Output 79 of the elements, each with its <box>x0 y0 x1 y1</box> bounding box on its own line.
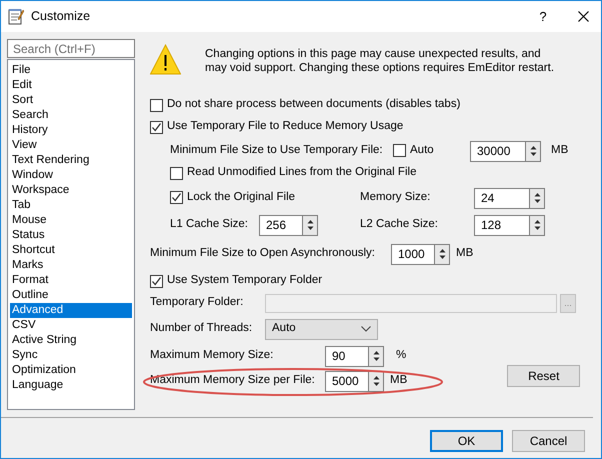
warning-icon <box>150 44 181 75</box>
spin-arrows-icon <box>372 375 380 387</box>
number-field[interactable]: 256 <box>259 214 302 236</box>
number-field[interactable]: 30000 <box>470 140 525 162</box>
list-item[interactable]: Sync <box>10 348 132 363</box>
list-item[interactable]: Outline <box>10 288 132 303</box>
list-item[interactable]: Sort <box>10 93 132 108</box>
field-label: Temporary Folder: <box>150 296 244 310</box>
list-item[interactable]: Text Rendering <box>10 153 132 168</box>
spin-arrows-icon <box>372 350 380 362</box>
checkbox-label: Use System Temporary Folder <box>167 274 322 288</box>
checkbox[interactable] <box>170 191 183 204</box>
field-label: Minimum File Size to Open Asynchronously: <box>150 247 376 261</box>
field-label: Maximum Memory Size: <box>150 349 274 363</box>
number-field[interactable]: 90 <box>325 346 368 366</box>
spin-button[interactable] <box>434 244 450 264</box>
field-label: Memory Size: <box>360 191 432 205</box>
spin-button[interactable] <box>368 370 384 392</box>
window-title: Customize <box>31 9 90 24</box>
spin-arrows-icon <box>306 219 314 231</box>
list-item[interactable]: Advanced <box>10 303 132 318</box>
list-item[interactable]: File <box>10 63 132 78</box>
unit-label: MB <box>456 247 474 261</box>
list-item[interactable]: Workspace <box>10 183 132 198</box>
spin-button[interactable] <box>302 214 318 236</box>
spin-button[interactable] <box>368 346 384 366</box>
spin-button[interactable] <box>529 188 545 208</box>
warning-text: Changing options in this page may cause unexpected results, and may void support. Changing these options requires EmEditor restart. <box>205 47 555 76</box>
checkbox[interactable] <box>170 166 183 180</box>
unit-label: % <box>396 349 406 363</box>
list-item[interactable]: View <box>10 138 132 153</box>
list-item[interactable]: Language <box>10 378 132 393</box>
notepad-icon <box>8 8 24 25</box>
list-item[interactable]: Search <box>10 108 132 123</box>
dialog-button[interactable]: Cancel <box>512 430 585 452</box>
list-item[interactable]: Format <box>10 273 132 288</box>
checkbox-label: Auto <box>410 144 434 158</box>
list-item[interactable]: Marks <box>10 258 132 273</box>
checkbox[interactable] <box>393 144 406 158</box>
list-item[interactable]: Mouse <box>10 213 132 228</box>
field-label: Minimum File Size to Use Temporary File: <box>170 144 384 158</box>
number-field[interactable]: 128 <box>474 214 529 236</box>
list-item[interactable]: Tab <box>10 198 132 213</box>
reset-button[interactable]: Reset <box>507 365 580 387</box>
field-label: Number of Threads: <box>150 322 254 336</box>
spin-arrows-icon <box>438 248 446 260</box>
checkbox[interactable] <box>150 98 163 112</box>
checkbox-label: Read Unmodified Lines from the Original File <box>187 166 416 180</box>
checkbox[interactable] <box>150 274 163 288</box>
checkbox[interactable] <box>150 120 163 134</box>
checkbox-label: Use Temporary File to Reduce Memory Usage <box>167 120 404 134</box>
checkbox-label: Lock the Original File <box>187 191 296 205</box>
spin-button[interactable] <box>525 140 541 162</box>
unit-label: MB <box>390 374 408 388</box>
list-item[interactable]: History <box>10 123 132 138</box>
dialog-button[interactable]: OK <box>430 430 503 452</box>
list-item[interactable]: Optimization <box>10 363 132 378</box>
checkbox-label: Do not share process between documents (disables tabs) <box>167 98 460 112</box>
field-label: L2 Cache Size: <box>360 218 439 232</box>
list-item[interactable]: Edit <box>10 78 132 93</box>
list-item[interactable]: Status <box>10 228 132 243</box>
number-field[interactable]: 1000 <box>391 244 434 264</box>
spin-arrows-icon <box>534 219 540 231</box>
spin-arrows-icon <box>530 145 536 157</box>
threads-dropdown[interactable]: Auto <box>265 318 378 340</box>
unit-label: MB <box>551 144 568 158</box>
list-item[interactable]: Shortcut <box>10 243 132 258</box>
number-field[interactable]: 5000 <box>325 370 368 392</box>
spin-arrows-icon <box>534 192 540 204</box>
field-label: L1 Cache Size: <box>170 218 249 232</box>
close-icon[interactable] <box>578 11 589 22</box>
list-item[interactable]: Active String <box>10 333 132 348</box>
list-item[interactable]: Window <box>10 168 132 183</box>
search-field[interactable]: Search (Ctrl+F) <box>7 39 135 58</box>
chevron-icon <box>361 326 371 332</box>
help-button[interactable]: ? <box>533 8 553 24</box>
list-item[interactable]: CSV <box>10 318 132 333</box>
number-field[interactable]: 24 <box>474 188 529 208</box>
spin-button[interactable] <box>529 214 545 236</box>
